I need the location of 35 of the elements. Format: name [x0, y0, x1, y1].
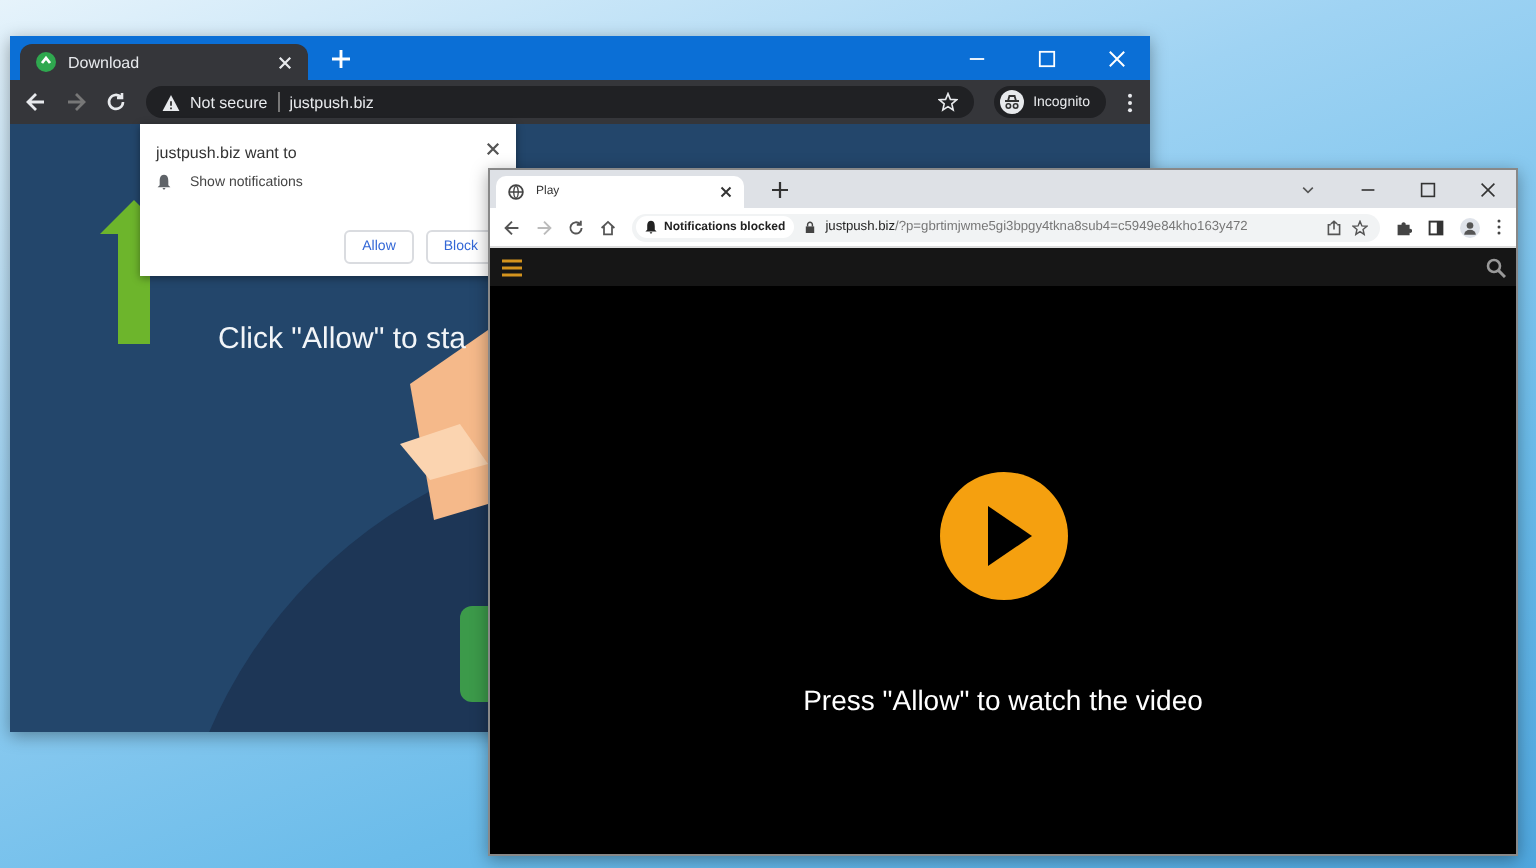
play-button[interactable]: [939, 472, 1067, 600]
forward-arrow-icon[interactable]: [66, 92, 86, 112]
video-message: Press "Allow" to watch the video: [803, 684, 1203, 716]
share-icon[interactable]: [1326, 219, 1342, 235]
new-tab-icon[interactable]: [772, 181, 788, 197]
warning-icon: [162, 93, 180, 111]
url-text: justpush.biz: [289, 93, 374, 111]
bell-icon: [156, 174, 172, 190]
profile-icon[interactable]: [1460, 217, 1480, 237]
page-heading: Click "Allow" to sta: [218, 322, 467, 356]
puzzle-icon[interactable]: [1396, 219, 1412, 235]
star-icon[interactable]: [1352, 219, 1368, 235]
incognito-icon: [999, 90, 1024, 114]
side-panel-icon[interactable]: [1428, 219, 1444, 235]
close-icon[interactable]: [486, 142, 500, 156]
security-label: Not secure: [190, 93, 268, 111]
search-icon[interactable]: [1486, 257, 1506, 277]
menu-dots-icon[interactable]: [1496, 218, 1502, 236]
reload-icon[interactable]: [568, 219, 584, 235]
address-bar[interactable]: Not secure justpush.biz: [146, 86, 974, 118]
close-icon[interactable]: [720, 186, 732, 198]
globe-icon: [508, 184, 524, 200]
back-arrow-icon[interactable]: [504, 219, 520, 235]
menu-icon[interactable]: [502, 257, 522, 277]
close-icon[interactable]: [1480, 181, 1496, 197]
site-icon: [36, 52, 56, 72]
maximize-icon[interactable]: [1420, 181, 1436, 197]
bell-icon: [644, 220, 658, 234]
chevron-down-icon[interactable]: [1300, 181, 1316, 197]
home-icon[interactable]: [600, 219, 616, 235]
browser-tab[interactable]: Download: [20, 44, 308, 80]
lock-icon: [803, 220, 816, 234]
popup-title: justpush.biz want to: [156, 144, 297, 162]
tab-title: Download: [68, 53, 142, 71]
menu-dots-icon[interactable]: [1126, 91, 1134, 113]
